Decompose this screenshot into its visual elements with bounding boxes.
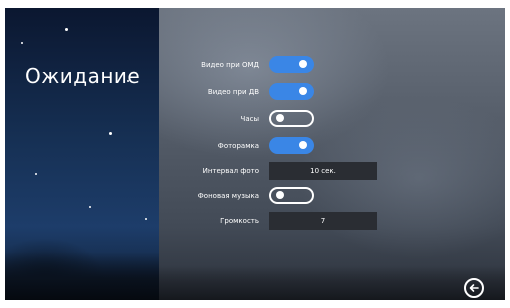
page-title: Ожидание [25,64,141,88]
setting-label-volume: Громкость [220,217,259,225]
settings-panel [159,8,505,300]
setting-label-video-door: Видео при ДВ [207,88,259,96]
setting-label-photo-interval: Интервал фото [202,167,259,175]
setting-label-video-motion: Видео при ОМД [201,61,259,69]
background-music-toggle[interactable] [269,187,314,204]
photo-interval-field[interactable]: 10 сек. [269,162,377,180]
clock-toggle[interactable] [269,110,314,127]
video-motion-toggle[interactable] [269,56,314,73]
photo-frame-toggle[interactable] [269,137,314,154]
back-button[interactable] [464,278,484,298]
setting-label-clock: Часы [240,115,259,123]
volume-field[interactable]: 7 [269,212,377,230]
starry-sky-panel: Ожидание [5,8,159,300]
setting-label-photo-frame: Фоторамка [217,142,259,150]
setting-label-background-music: Фоновая музыка [197,192,259,200]
standby-settings-screen: Ожидание Видео при ОМД Видео при ДВ Часы… [5,8,505,300]
video-door-toggle[interactable] [269,83,314,100]
back-arrow-icon [469,284,479,292]
